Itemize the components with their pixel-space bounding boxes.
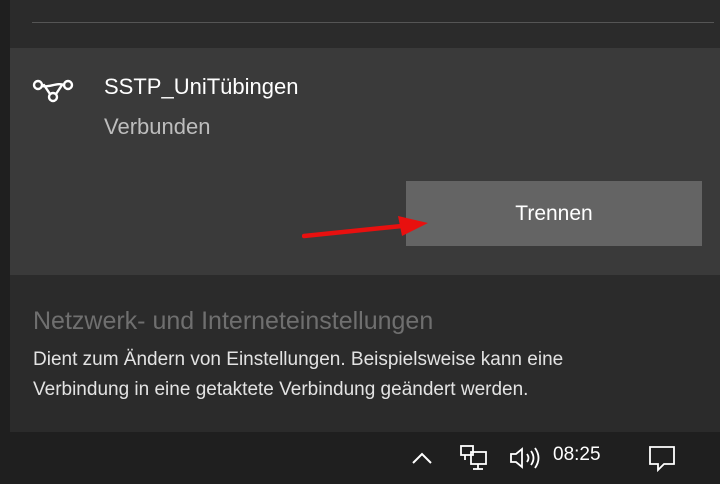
settings-description-line: Verbindung in eine getaktete Verbindung … bbox=[33, 379, 529, 400]
settings-description-line: Dient zum Ändern von Einstellungen. Beis… bbox=[33, 349, 564, 370]
clock[interactable]: 08:25 bbox=[553, 444, 601, 466]
notification-icon[interactable] bbox=[642, 440, 682, 476]
chevron-up-icon[interactable] bbox=[404, 440, 440, 476]
annotation-arrow bbox=[302, 216, 428, 239]
vpn-connection-item[interactable]: SSTP_UniTübingen Verbunden Trennen bbox=[10, 48, 720, 275]
vpn-icon bbox=[32, 79, 74, 103]
vpn-status: Verbunden bbox=[104, 114, 211, 139]
settings-description: Dient zum Ändern von Einstellungen. Beis… bbox=[33, 345, 713, 405]
network-settings-link[interactable]: Netzwerk- und Interneteinstellungen Dien… bbox=[10, 275, 720, 432]
network-flyout: SSTP_UniTübingen Verbunden Trennen Netzw… bbox=[10, 0, 720, 432]
disconnect-button[interactable]: Trennen bbox=[406, 181, 702, 246]
volume-icon[interactable] bbox=[506, 440, 546, 476]
settings-title[interactable]: Netzwerk- und Interneteinstellungen bbox=[33, 307, 433, 336]
taskbar: 08:25 bbox=[0, 432, 720, 484]
vpn-name: SSTP_UniTübingen bbox=[104, 74, 299, 99]
flyout-header bbox=[10, 0, 720, 48]
network-icon[interactable] bbox=[452, 440, 494, 476]
divider bbox=[32, 22, 714, 23]
